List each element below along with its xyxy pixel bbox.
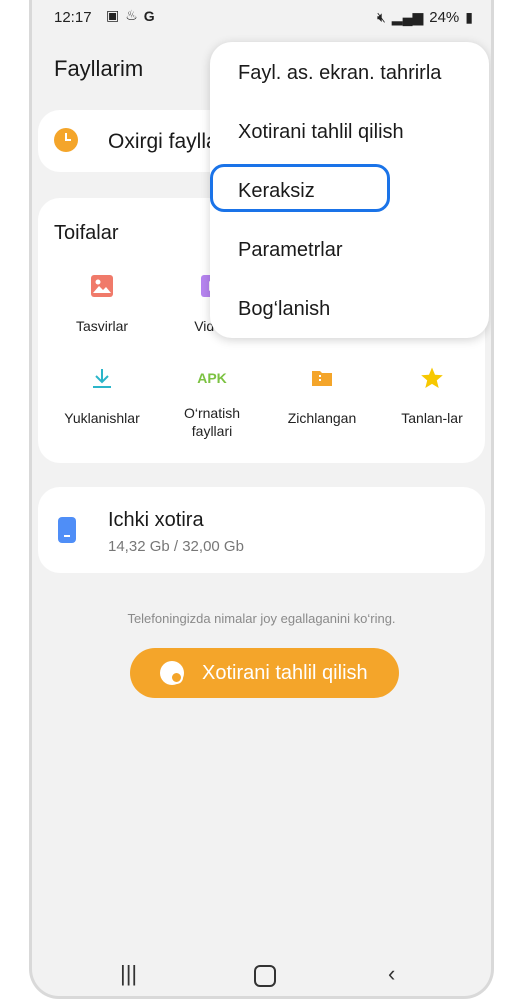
internal-storage-card[interactable]: Ichki xotira 14,32 Gb / 32,00 Gb: [38, 487, 485, 573]
analyze-storage-button[interactable]: Xotirani tahlil qilish: [130, 648, 399, 698]
notification-icon: ♨: [125, 7, 138, 23]
back-icon[interactable]: ‹: [388, 961, 395, 987]
category-apk[interactable]: APK O‘rnatish fayllari: [157, 366, 267, 440]
category-compressed[interactable]: Zichlangan: [267, 366, 377, 427]
archive-icon: [312, 371, 332, 386]
menu-item-settings[interactable]: Parametrlar: [238, 239, 342, 262]
star-icon: [421, 367, 443, 388]
status-bar: 12:17 ▣ ♨ G 🔇︎ ▂▄▆ 24% ▮: [32, 0, 491, 36]
menu-item-edit-home-screen[interactable]: Fayl. as. ekran. tahrirla: [238, 62, 441, 85]
apk-icon: APK: [197, 370, 227, 386]
category-downloads[interactable]: Yuklanishlar: [47, 366, 157, 427]
navigation-bar: ||| ‹: [32, 955, 491, 995]
home-icon[interactable]: [254, 965, 276, 987]
battery-icon: ▮: [465, 9, 473, 25]
menu-item-analyze-storage[interactable]: Xotirani tahlil qilish: [238, 121, 404, 144]
storage-hint: Telefoningizda nimalar joy egallaganini …: [127, 611, 396, 626]
menu-item-contact-us[interactable]: Bog‘lanish: [238, 298, 330, 321]
analyze-storage-label: Xotirani tahlil qilish: [202, 661, 368, 684]
menu-item-trash[interactable]: Keraksiz: [238, 180, 315, 203]
download-icon: [93, 369, 111, 388]
storage-name: Ichki xotira: [108, 509, 204, 531]
recent-apps-icon[interactable]: |||: [120, 961, 137, 987]
storage-size: 14,32 Gb / 32,00 Gb: [108, 538, 244, 555]
category-favorites[interactable]: Tanlan-lar: [377, 366, 487, 427]
gallery-icon: ▣: [106, 7, 120, 23]
phone-screen: 12:17 ▣ ♨ G 🔇︎ ▂▄▆ 24% ▮ Fayllarim Oxirg…: [29, 0, 494, 999]
storage-analysis-icon: [160, 661, 184, 685]
battery-percent: 24%: [429, 9, 460, 26]
recent-files-label: Oxirgi fayllar: [108, 130, 225, 153]
status-time: 12:17: [54, 9, 92, 26]
categories-heading: Toifalar: [54, 222, 119, 244]
signal-icon: ▂▄▆: [391, 9, 424, 25]
clock-icon: [54, 128, 78, 152]
page-title: Fayllarim: [54, 56, 144, 81]
category-images[interactable]: Tasvirlar: [47, 274, 157, 335]
google-icon: G: [143, 7, 155, 24]
overflow-menu: Fayl. as. ekran. tahrirla Xotirani tahli…: [210, 42, 489, 338]
mute-icon: 🔇︎: [376, 9, 386, 25]
phone-icon: [58, 517, 76, 543]
image-icon: [91, 275, 113, 297]
